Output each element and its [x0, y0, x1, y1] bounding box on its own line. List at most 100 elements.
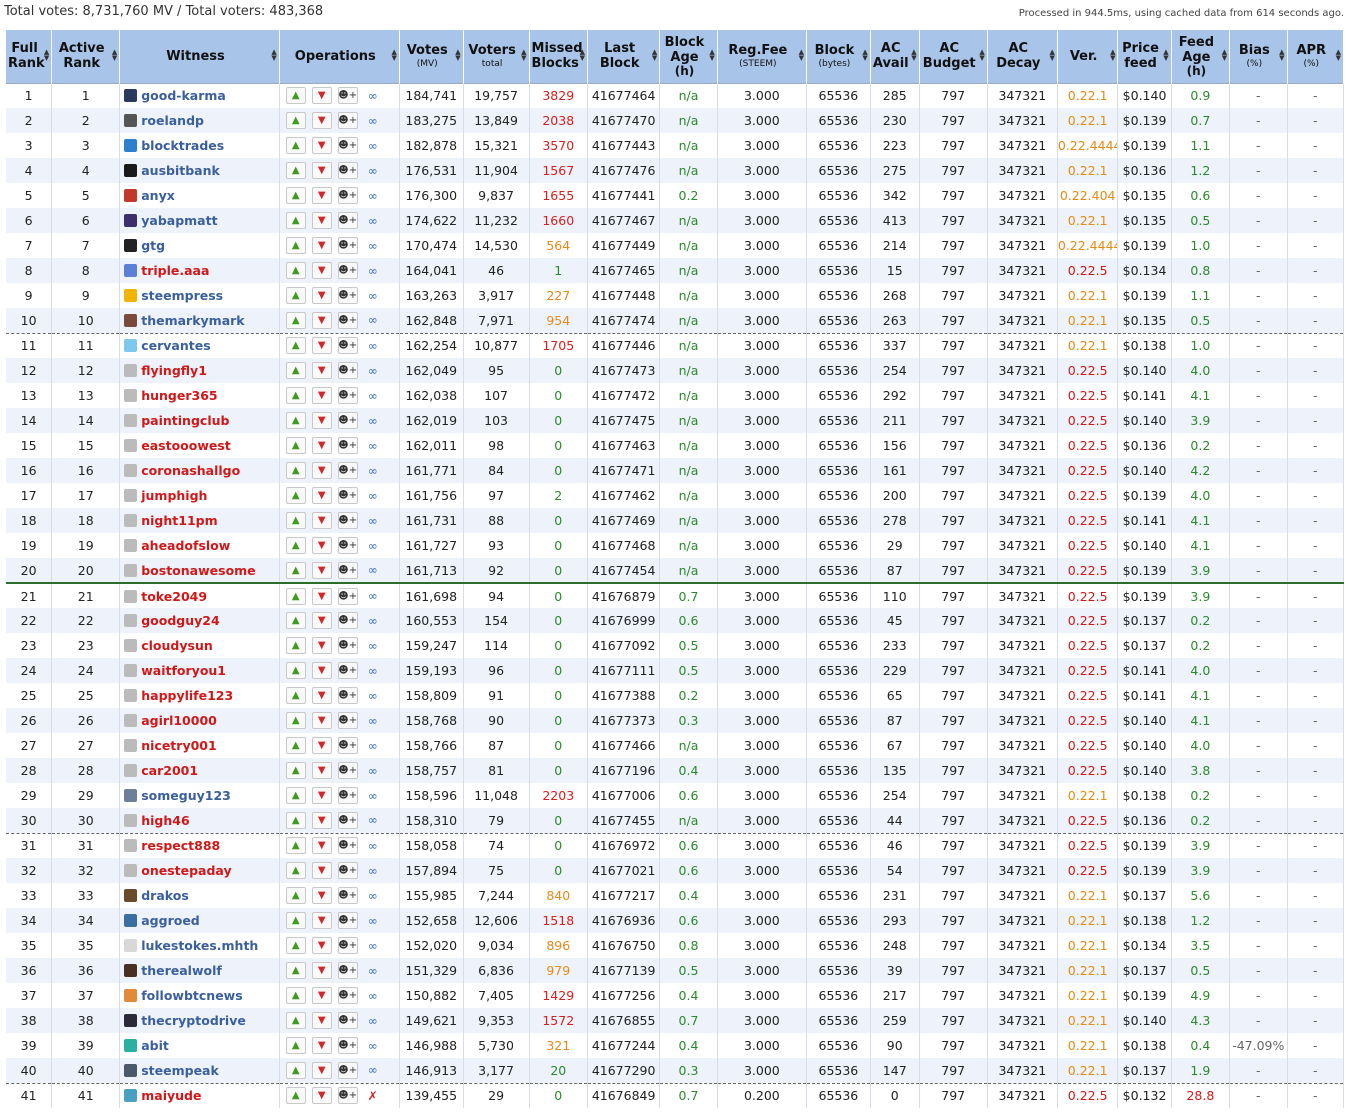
vote-down-button[interactable]: ▼ [311, 1012, 332, 1029]
sort-arrows-icon[interactable]: ▲ ▼ [1222, 49, 1227, 62]
set-proxy-button[interactable]: ☻+ [337, 912, 358, 929]
vote-up-button[interactable]: ▲ [285, 612, 306, 629]
vote-up-button[interactable]: ▲ [285, 187, 306, 204]
link-icon[interactable]: ∞ [366, 439, 380, 453]
vote-up-button[interactable]: ▲ [285, 662, 306, 679]
header-full-rank[interactable]: Full Rank ▲ ▼ [6, 30, 53, 83]
witness-link[interactable]: goodguy24 [141, 613, 219, 628]
vote-up-button[interactable]: ▲ [285, 787, 306, 804]
link-icon[interactable]: ∞ [366, 1063, 380, 1077]
set-proxy-button[interactable]: ☻+ [337, 87, 358, 105]
vote-down-button[interactable]: ▼ [311, 1037, 332, 1054]
set-proxy-button[interactable]: ☻+ [337, 487, 358, 504]
vote-up-button[interactable]: ▲ [285, 1061, 306, 1079]
link-icon[interactable]: ∞ [366, 664, 380, 678]
vote-up-button[interactable]: ▲ [285, 837, 306, 855]
link-icon[interactable]: ∞ [366, 464, 380, 478]
vote-down-button[interactable]: ▼ [311, 212, 332, 229]
witness-link[interactable]: agirl10000 [141, 713, 217, 728]
set-proxy-button[interactable]: ☻+ [337, 1037, 358, 1054]
set-proxy-button[interactable]: ☻+ [337, 512, 358, 529]
sort-arrows-icon[interactable]: ▲ ▼ [1336, 49, 1341, 62]
sort-arrows-icon[interactable]: ▲ ▼ [580, 49, 585, 62]
set-proxy-button[interactable]: ☻+ [337, 412, 358, 429]
witness-link[interactable]: hunger365 [141, 388, 217, 403]
header-operations[interactable]: Operations ▲ ▼ [279, 30, 400, 83]
link-icon[interactable]: ∞ [366, 414, 380, 428]
link-icon[interactable]: ∞ [366, 789, 380, 803]
link-icon[interactable]: ∞ [366, 639, 380, 653]
link-icon[interactable]: ∞ [366, 489, 380, 503]
set-proxy-button[interactable]: ☻+ [337, 1012, 358, 1029]
vote-down-button[interactable]: ▼ [311, 487, 332, 504]
link-icon[interactable]: ∞ [366, 839, 380, 853]
vote-up-button[interactable]: ▲ [285, 287, 306, 304]
vote-down-button[interactable]: ▼ [311, 337, 332, 355]
header-witness[interactable]: Witness ▲ ▼ [119, 30, 280, 83]
vote-down-button[interactable]: ▼ [311, 137, 332, 154]
header-voters[interactable]: Voters total ▲ ▼ [463, 30, 530, 83]
vote-down-button[interactable]: ▼ [311, 662, 332, 679]
vote-up-button[interactable]: ▲ [285, 712, 306, 729]
link-icon[interactable]: ∞ [366, 339, 380, 353]
vote-up-button[interactable]: ▲ [285, 387, 306, 404]
set-proxy-button[interactable]: ☻+ [337, 937, 358, 954]
link-icon[interactable]: ∞ [366, 989, 380, 1003]
witness-link[interactable]: themarkymark [141, 313, 244, 328]
vote-down-button[interactable]: ▼ [311, 462, 332, 479]
link-icon[interactable]: ∞ [366, 589, 380, 603]
sort-arrows-icon[interactable]: ▲ ▼ [1110, 49, 1115, 62]
sort-arrows-icon[interactable]: ▲ ▼ [652, 49, 657, 62]
sort-arrows-icon[interactable]: ▲ ▼ [271, 49, 276, 62]
header-bias[interactable]: Bias (%) ▲ ▼ [1229, 30, 1288, 83]
sort-arrows-icon[interactable]: ▲ ▼ [521, 49, 526, 62]
vote-up-button[interactable]: ▲ [285, 137, 306, 154]
vote-down-button[interactable]: ▼ [311, 311, 332, 329]
header-ac-budget[interactable]: AC Budget ▲ ▼ [919, 30, 988, 83]
link-icon[interactable]: ∞ [366, 1014, 380, 1028]
link-icon[interactable]: ∞ [366, 739, 380, 753]
vote-down-button[interactable]: ▼ [311, 387, 332, 404]
set-proxy-button[interactable]: ☻+ [337, 1061, 358, 1079]
vote-up-button[interactable]: ▲ [285, 1037, 306, 1054]
header-ac-decay[interactable]: AC Decay ▲ ▼ [987, 30, 1058, 83]
witness-link[interactable]: steempeak [141, 1063, 219, 1078]
witness-link[interactable]: maiyude [141, 1088, 201, 1103]
witness-link[interactable]: anyx [141, 188, 175, 203]
vote-down-button[interactable]: ▼ [311, 937, 332, 954]
witness-link[interactable]: nicetry001 [141, 738, 216, 753]
witness-link[interactable]: jumphigh [141, 488, 207, 503]
header-apr[interactable]: APR (%) ▲ ▼ [1287, 30, 1344, 83]
vote-down-button[interactable]: ▼ [311, 712, 332, 729]
witness-link[interactable]: aheadofslow [141, 538, 230, 553]
witness-link[interactable]: yabapmatt [141, 213, 217, 228]
vote-down-button[interactable]: ▼ [311, 512, 332, 529]
witness-link[interactable]: happylife123 [141, 688, 233, 703]
vote-up-button[interactable]: ▲ [285, 311, 306, 329]
set-proxy-button[interactable]: ☻+ [337, 612, 358, 629]
vote-up-button[interactable]: ▲ [285, 162, 306, 179]
vote-up-button[interactable]: ▲ [285, 462, 306, 479]
link-icon[interactable]: ∞ [366, 714, 380, 728]
vote-up-button[interactable]: ▲ [285, 1012, 306, 1029]
set-proxy-button[interactable]: ☻+ [337, 462, 358, 479]
vote-down-button[interactable]: ▼ [311, 1087, 332, 1105]
set-proxy-button[interactable]: ☻+ [337, 837, 358, 855]
link-icon[interactable]: ∞ [366, 1039, 380, 1053]
link-icon[interactable]: ∞ [366, 939, 380, 953]
witness-link[interactable]: toke2049 [141, 589, 207, 604]
vote-up-button[interactable]: ▲ [285, 537, 306, 554]
set-proxy-button[interactable]: ☻+ [337, 662, 358, 679]
header-block-age[interactable]: Block Age (h) ▲ ▼ [659, 30, 718, 83]
witness-link[interactable]: someguy123 [141, 788, 231, 803]
set-proxy-button[interactable]: ☻+ [337, 437, 358, 454]
vote-up-button[interactable]: ▲ [285, 512, 306, 529]
link-icon[interactable]: ∞ [366, 764, 380, 778]
set-proxy-button[interactable]: ☻+ [337, 362, 358, 379]
vote-up-button[interactable]: ▲ [285, 561, 306, 579]
vote-up-button[interactable]: ▲ [285, 437, 306, 454]
vote-up-button[interactable]: ▲ [285, 962, 306, 979]
vote-down-button[interactable]: ▼ [311, 737, 332, 754]
sort-arrows-icon[interactable]: ▲ ▼ [1279, 49, 1284, 62]
witness-link[interactable]: onestepaday [141, 863, 231, 878]
